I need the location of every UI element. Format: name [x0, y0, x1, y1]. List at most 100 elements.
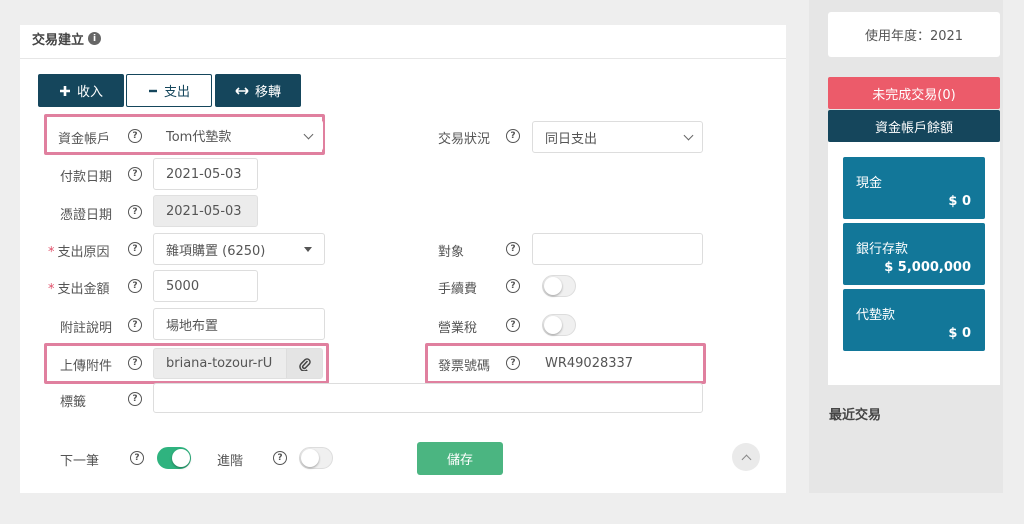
help-icon[interactable]: ? — [128, 279, 142, 293]
note-input[interactable]: 場地布置 — [153, 308, 325, 340]
account-name: 代墊款 — [856, 308, 896, 323]
required-mark: * — [48, 282, 55, 297]
transaction-form-card: 交易建立 i 收入 支出 移轉 資金帳戶 ? Tom代墊款 交易狀況 ? 同日支… — [20, 25, 786, 493]
help-icon[interactable]: ? — [506, 242, 520, 256]
voucher-date-label: 憑證日期 — [60, 208, 113, 223]
tax-label: 營業稅 — [438, 321, 478, 336]
sidebar: 使用年度：2021 未完成交易(0) 資金帳戶餘額 現金 $ 0 銀行存款 $ … — [809, 0, 1003, 493]
counterparty-input[interactable] — [532, 233, 703, 265]
tags-input[interactable] — [153, 383, 703, 413]
save-button[interactable]: 儲存 — [417, 442, 503, 475]
fiscal-year-box[interactable]: 使用年度：2021 — [828, 12, 1000, 57]
account-card-advance[interactable]: 代墊款 $ 0 — [843, 289, 985, 351]
help-icon[interactable]: ? — [506, 279, 520, 293]
pay-date-label: 付款日期 — [60, 170, 113, 185]
toggle-knob — [301, 449, 319, 467]
tab-transfer-label: 移轉 — [254, 85, 281, 100]
account-name: 銀行存款 — [856, 242, 909, 257]
swap-arrows-icon — [235, 86, 249, 95]
account-card-bank[interactable]: 銀行存款 $ 5,000,000 — [843, 223, 985, 285]
account-select[interactable]: Tom代墊款 — [153, 120, 323, 151]
account-balance-header: 資金帳戶餘額 — [828, 110, 1000, 142]
form-title-text: 交易建立 — [32, 33, 85, 48]
advanced-toggle[interactable] — [299, 447, 333, 469]
account-balance-panel: 現金 $ 0 銀行存款 $ 5,000,000 代墊款 $ 0 — [828, 142, 1000, 385]
chevron-down-icon — [303, 129, 314, 140]
reason-label-text: 支出原因 — [57, 245, 110, 260]
note-label: 附註說明 — [60, 321, 113, 336]
chevron-up-icon — [741, 454, 751, 464]
reason-select[interactable]: 雜項購置 (6250) — [153, 233, 325, 265]
help-icon[interactable]: ? — [128, 318, 142, 332]
next-entry-label: 下一筆 — [60, 454, 100, 469]
counterparty-label: 對象 — [438, 245, 465, 260]
unfinished-transactions-label: 未完成交易(0) — [872, 87, 956, 103]
help-icon[interactable]: ? — [128, 356, 142, 370]
help-icon[interactable]: ? — [128, 205, 142, 219]
account-balance-title: 資金帳戶餘額 — [874, 120, 953, 136]
toggle-knob — [544, 316, 562, 334]
pay-date-value: 2021-05-03 — [166, 166, 242, 182]
paperclip-icon[interactable] — [286, 349, 322, 378]
tab-income[interactable]: 收入 — [38, 74, 124, 107]
fiscal-year-text: 使用年度：2021 — [864, 29, 964, 44]
amount-input[interactable]: 5000 — [153, 270, 258, 302]
amount-label: * 支出金額 — [48, 278, 110, 297]
attachment-input[interactable]: briana-tozour-rU — [153, 348, 323, 379]
account-label: 資金帳戶 — [58, 132, 111, 147]
recent-transactions-heading: 最近交易 — [829, 408, 882, 423]
account-card-cash[interactable]: 現金 $ 0 — [843, 157, 985, 219]
amount-value: 5000 — [166, 278, 200, 294]
help-icon[interactable]: ? — [273, 451, 287, 465]
reason-select-value: 雜項購置 (6250) — [166, 243, 266, 259]
invoice-label: 發票號碼 — [438, 359, 491, 374]
note-value: 場地布置 — [166, 318, 219, 334]
account-amount: $ 0 — [948, 194, 971, 209]
toggle-knob — [544, 277, 562, 295]
scroll-top-button[interactable] — [732, 443, 760, 471]
info-icon[interactable]: i — [88, 32, 102, 45]
fee-toggle[interactable] — [542, 275, 576, 297]
tab-transfer[interactable]: 移轉 — [215, 74, 301, 107]
invoice-value: WR49028337 — [545, 356, 634, 371]
account-amount: $ 5,000,000 — [884, 260, 971, 275]
tab-income-label: 收入 — [76, 85, 103, 100]
save-button-label: 儲存 — [446, 453, 473, 468]
help-icon[interactable]: ? — [128, 392, 142, 406]
help-icon[interactable]: ? — [130, 451, 144, 465]
required-mark: * — [48, 245, 55, 260]
minus-icon — [148, 89, 157, 92]
chevron-down-icon — [683, 130, 694, 141]
account-select-value: Tom代墊款 — [166, 130, 232, 145]
attachment-value: briana-tozour-rU — [166, 356, 273, 371]
status-label: 交易狀況 — [438, 132, 491, 147]
unfinished-transactions-button[interactable]: 未完成交易(0) — [828, 77, 1000, 109]
title-divider — [20, 58, 786, 59]
voucher-date-input: 2021-05-03 — [153, 195, 258, 227]
help-icon[interactable]: ? — [506, 129, 520, 143]
help-icon[interactable]: ? — [128, 167, 142, 181]
fee-label: 手續費 — [438, 282, 478, 297]
status-select[interactable]: 同日支出 — [532, 121, 703, 153]
paperclip-glyph — [298, 357, 311, 371]
help-icon[interactable]: ? — [506, 318, 520, 332]
tax-toggle[interactable] — [542, 314, 576, 336]
account-amount: $ 0 — [948, 326, 971, 341]
pay-date-input[interactable]: 2021-05-03 — [153, 158, 258, 190]
reason-label: * 支出原因 — [48, 241, 110, 260]
voucher-date-value: 2021-05-03 — [166, 203, 242, 219]
help-icon[interactable]: ? — [506, 356, 520, 370]
help-icon[interactable]: ? — [128, 242, 142, 256]
attachment-label: 上傳附件 — [60, 359, 113, 374]
plus-icon — [59, 85, 70, 96]
account-name: 現金 — [856, 176, 883, 191]
next-entry-toggle[interactable] — [157, 447, 191, 469]
toggle-knob — [172, 449, 190, 467]
form-title: 交易建立 i — [32, 29, 102, 48]
caret-down-icon — [304, 247, 312, 252]
invoice-input[interactable]: WR49028337 — [532, 348, 701, 379]
help-icon[interactable]: ? — [128, 129, 142, 143]
tab-expense[interactable]: 支出 — [126, 74, 212, 107]
status-select-value: 同日支出 — [545, 131, 598, 147]
tab-expense-label: 支出 — [163, 85, 190, 100]
